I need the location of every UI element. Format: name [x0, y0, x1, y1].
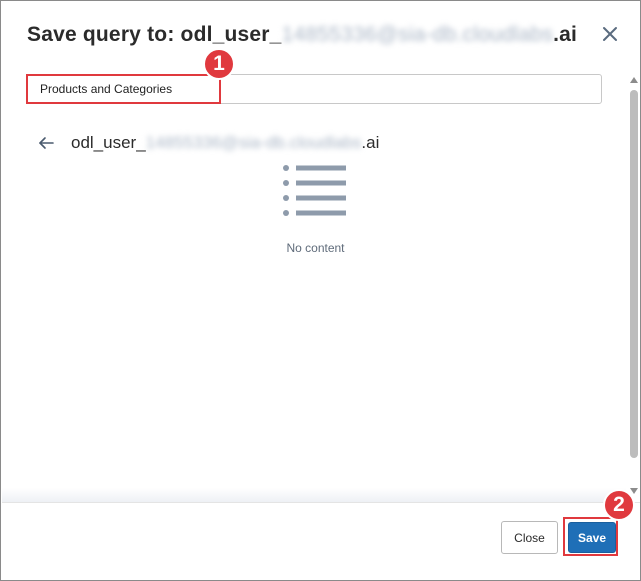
folder-header: odl_user_14855336@sia-db.cloudlabs.ai — [37, 131, 379, 155]
scroll-down-arrow-icon[interactable] — [630, 488, 638, 494]
annotation-badge-1: 1 — [203, 48, 235, 80]
content-scrollbar[interactable] — [627, 73, 641, 498]
scroll-thumb[interactable] — [630, 90, 638, 458]
title-redacted-email: 14855336@sia-db.cloudlabs — [281, 23, 554, 46]
folder-suffix: .ai — [361, 133, 380, 152]
dialog-title: Save query to: odl_user_14855336@sia-db.… — [27, 23, 577, 47]
scroll-up-arrow-icon[interactable] — [630, 77, 638, 83]
title-suffix: .ai — [553, 23, 578, 46]
footer-divider — [2, 502, 640, 503]
arrow-left-icon[interactable] — [37, 134, 55, 152]
query-name-input[interactable] — [27, 74, 602, 104]
list-icon — [283, 165, 346, 216]
content-bottom-fade — [2, 488, 626, 502]
annotation-badge-2: 2 — [603, 489, 635, 521]
save-button[interactable]: Save — [568, 522, 616, 553]
folder-prefix: odl_user_ — [71, 133, 146, 152]
current-folder-name: odl_user_14855336@sia-db.cloudlabs.ai — [71, 133, 379, 153]
close-icon[interactable] — [600, 24, 620, 44]
title-prefix: Save query to: odl_user_ — [27, 23, 282, 46]
empty-state-text: No content — [286, 241, 345, 255]
folder-redacted-email: 14855336@sia-db.cloudlabs — [145, 133, 362, 152]
close-button[interactable]: Close — [501, 521, 558, 554]
save-query-dialog: Save query to: odl_user_14855336@sia-db.… — [0, 0, 641, 581]
